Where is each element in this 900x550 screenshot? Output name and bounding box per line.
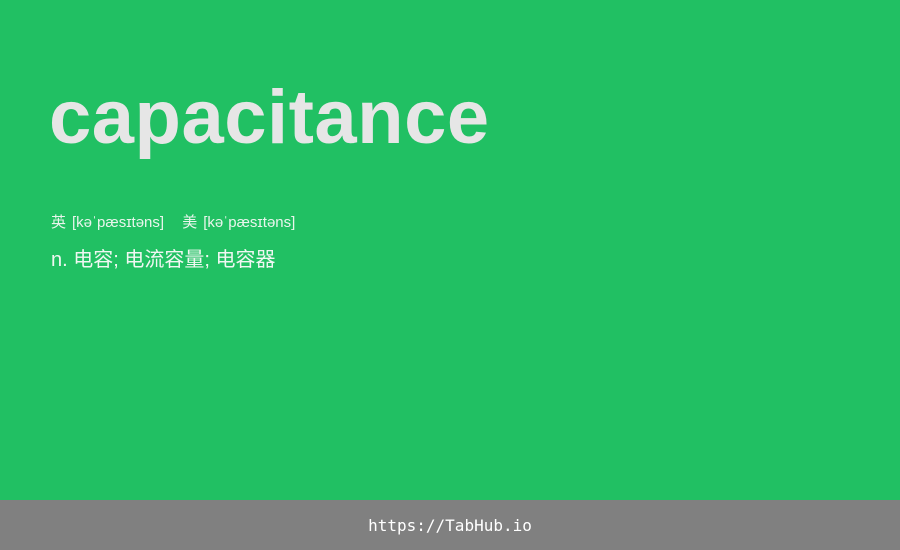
phonetic-uk-region: 英 bbox=[51, 214, 67, 231]
footer-bar: https://TabHub.io bbox=[0, 500, 900, 550]
definition-text: n. 电容; 电流容量; 电容器 bbox=[51, 249, 276, 271]
phonetic-uk: 英 [kəˈpæsɪtəns] bbox=[51, 212, 164, 234]
phonetic-uk-ipa: [kəˈpæsɪtəns] bbox=[72, 214, 165, 231]
phonetic-us-region: 美 bbox=[182, 214, 198, 231]
phonetic-us: 美 [kəˈpæsɪtəns] bbox=[182, 212, 295, 234]
phonetics-row: 英 [kəˈpæsɪtəns] 美 [kəˈpæsɪtəns] bbox=[51, 212, 295, 234]
footer-link[interactable]: https://TabHub.io bbox=[368, 516, 532, 535]
phonetic-us-ipa: [kəˈpæsɪtəns] bbox=[203, 214, 296, 231]
word-card: capacitance 英 [kəˈpæsɪtəns] 美 [kəˈpæsɪtəns… bbox=[0, 0, 900, 500]
headword: capacitance bbox=[49, 75, 490, 160]
